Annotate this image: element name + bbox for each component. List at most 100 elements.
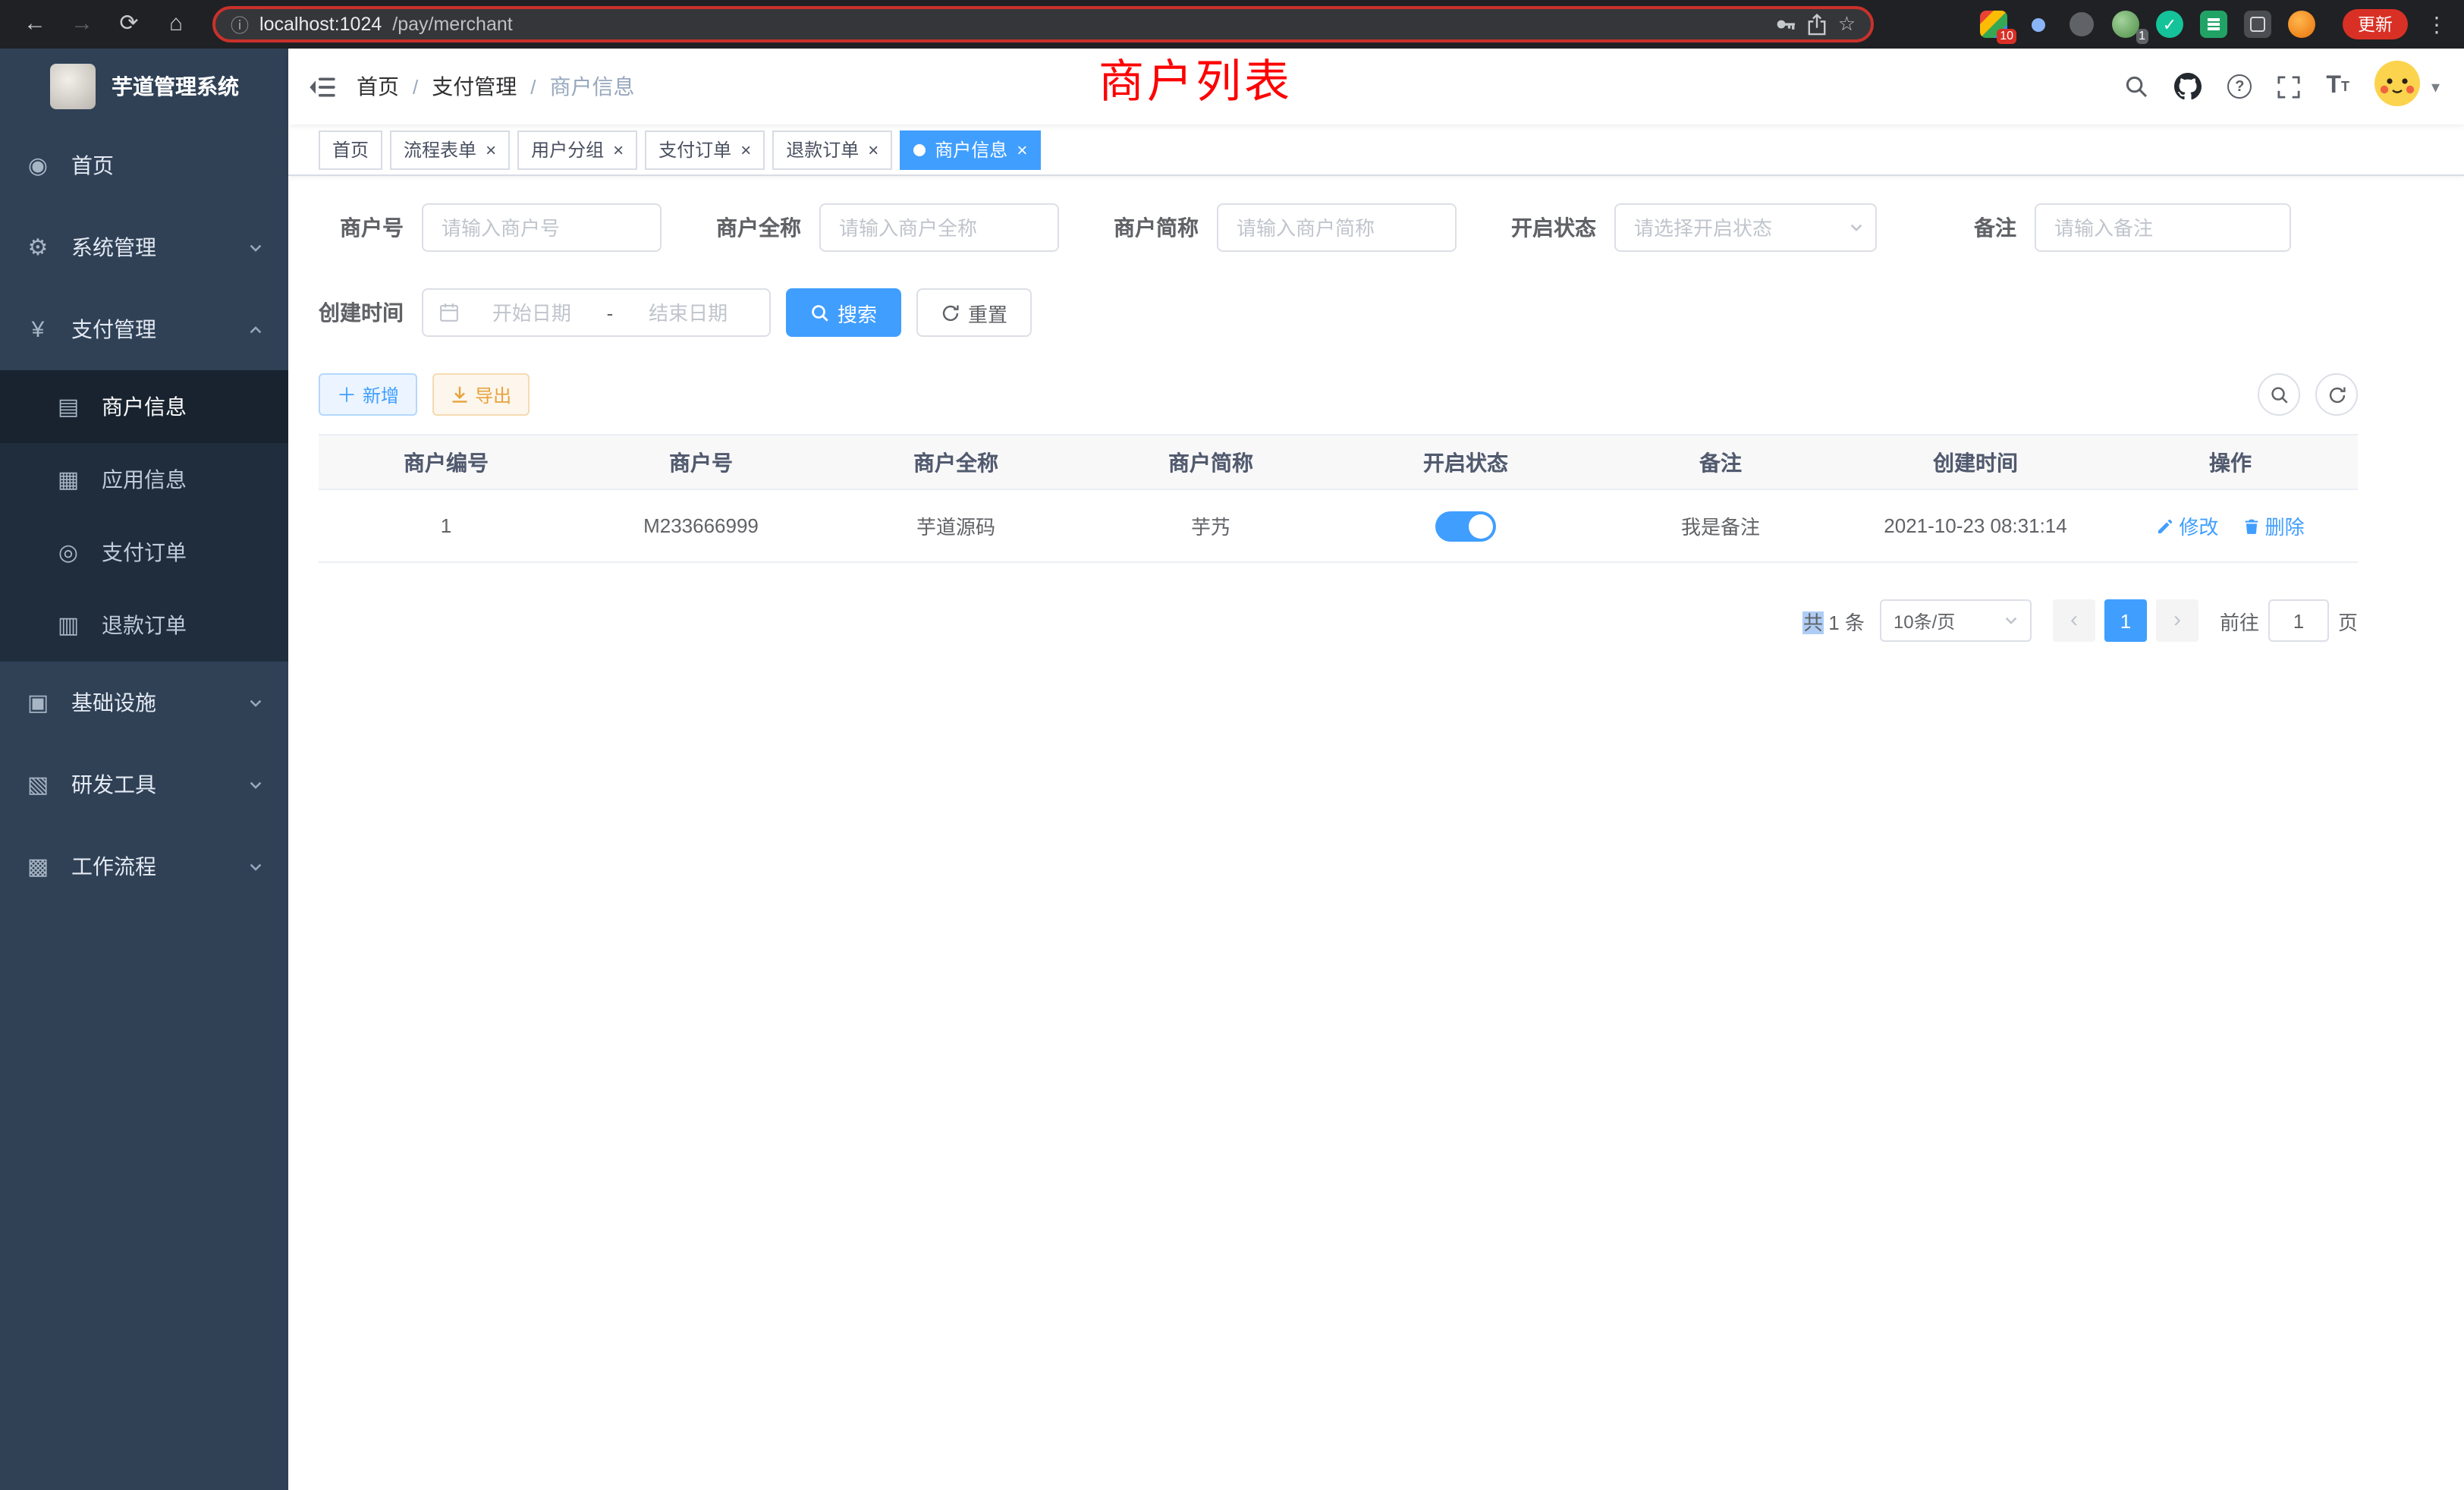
browser-back-button[interactable]: ←	[15, 5, 55, 44]
col-header-merchant-no: 商户号	[574, 435, 828, 489]
close-icon[interactable]: ×	[486, 140, 496, 159]
reset-button[interactable]: 重置	[916, 288, 1032, 337]
close-icon[interactable]: ×	[613, 140, 624, 159]
logo-image	[49, 64, 95, 109]
search-icon[interactable]	[2124, 74, 2148, 99]
tab-pay-order[interactable]: 支付订单 ×	[645, 130, 765, 169]
font-size-icon[interactable]: TT	[2326, 74, 2349, 99]
extension-badge: 10	[1997, 29, 2016, 44]
sidebar-item-refund-order[interactable]: ▥ 退款订单	[0, 589, 288, 662]
page-size-select[interactable]	[1880, 599, 2032, 642]
date-range-picker[interactable]: -	[422, 288, 771, 337]
delete-button[interactable]: 删除	[2242, 511, 2305, 540]
sidebar-logo[interactable]: 芋道管理系统	[0, 49, 288, 124]
tab-process-form[interactable]: 流程表单 ×	[390, 130, 510, 169]
search-button[interactable]: 搜索	[786, 288, 901, 337]
sidebar-item-label: 系统管理	[71, 232, 247, 262]
pagination: 共 1 条 ‹ 1 › 前往 页	[319, 599, 2358, 642]
navbar-right-menu: ? TT ▾	[2124, 60, 2440, 113]
extension-blue-dot-icon[interactable]	[2024, 11, 2051, 38]
prev-page-button[interactable]: ‹	[2053, 599, 2095, 642]
col-header-short-name: 商户简称	[1083, 435, 1338, 489]
merchant-no-input[interactable]	[422, 203, 662, 252]
tab-home[interactable]: 首页	[319, 130, 382, 169]
tab-user-group[interactable]: 用户分组 ×	[517, 130, 637, 169]
extension-colorful-icon[interactable]: 10	[1980, 11, 2007, 38]
cell-actions: 修改 删除	[2103, 489, 2358, 562]
filter-label: 商户号	[319, 212, 404, 243]
sidebar-item-infrastructure[interactable]: ▣ 基础设施	[0, 662, 288, 743]
browser-reload-button[interactable]: ⟳	[109, 5, 149, 44]
bookmark-star-icon[interactable]: ☆	[1838, 12, 1856, 36]
tab-label: 首页	[332, 137, 369, 162]
browser-forward-button[interactable]: →	[62, 5, 102, 44]
remark-input[interactable]	[2035, 203, 2291, 252]
full-name-input[interactable]	[819, 203, 1059, 252]
sidebar-item-home[interactable]: ◉ 首页	[0, 124, 288, 206]
url-path: /pay/merchant	[392, 14, 512, 35]
browser-menu-icon[interactable]: ⋮	[2425, 11, 2449, 37]
help-icon[interactable]: ?	[2227, 74, 2252, 99]
status-select[interactable]	[1614, 203, 1877, 252]
site-info-icon[interactable]: ⓘ	[231, 11, 249, 37]
search-icon	[810, 303, 830, 322]
browser-home-button[interactable]: ⌂	[156, 5, 196, 44]
extension-orange-avatar-icon[interactable]	[2288, 11, 2315, 38]
goto-prefix-label: 前往	[2220, 606, 2259, 635]
extension-check-icon[interactable]: ✓	[2156, 11, 2183, 38]
date-range-separator: -	[604, 301, 617, 324]
start-date-input[interactable]	[466, 301, 598, 324]
close-icon[interactable]: ×	[1017, 140, 1027, 159]
tab-merchant-info[interactable]: 商户信息 ×	[900, 130, 1041, 169]
address-bar[interactable]: ⓘ localhost:1024 /pay/merchant ☆	[212, 6, 1874, 42]
current-page-button[interactable]: 1	[2104, 599, 2147, 642]
tab-refund-order[interactable]: 退款订单 ×	[772, 130, 892, 169]
status-select-input[interactable]	[1614, 203, 1877, 252]
breadcrumb-separator: /	[530, 75, 536, 98]
toggle-search-button[interactable]	[2258, 373, 2300, 416]
extension-doc-icon[interactable]	[2200, 11, 2227, 38]
breadcrumb-payment[interactable]: 支付管理	[432, 71, 517, 102]
col-header-actions: 操作	[2103, 435, 2358, 489]
extension-avatar-icon[interactable]: 1	[2112, 11, 2139, 38]
sidebar-item-app-info[interactable]: ▦ 应用信息	[0, 443, 288, 516]
short-name-input[interactable]	[1217, 203, 1457, 252]
share-icon[interactable]	[1808, 13, 1828, 36]
extension-tool-icon[interactable]	[2244, 11, 2271, 38]
add-button[interactable]: ＋ 新增	[319, 373, 417, 416]
sidebar-item-payment[interactable]: ¥ 支付管理	[0, 288, 288, 370]
sidebar-item-label: 商户信息	[102, 391, 264, 422]
extension-gray-circle-icon[interactable]	[2068, 11, 2095, 38]
cell-full-name: 芋道源码	[828, 489, 1083, 562]
app-shell: 芋道管理系统 ◉ 首页 ⚙ 系统管理 ¥ 支付管理	[0, 49, 2464, 1490]
sidebar-item-label: 研发工具	[71, 769, 247, 800]
status-toggle[interactable]	[1435, 511, 1496, 541]
user-menu[interactable]: ▾	[2375, 60, 2440, 113]
next-page-button[interactable]: ›	[2156, 599, 2198, 642]
sidebar-fold-icon[interactable]	[310, 75, 335, 98]
sidebar-item-system[interactable]: ⚙ 系统管理	[0, 206, 288, 288]
refresh-table-button[interactable]	[2315, 373, 2358, 416]
sidebar-item-merchant-info[interactable]: ▤ 商户信息	[0, 370, 288, 443]
export-button[interactable]: 导出	[432, 373, 530, 416]
goto-suffix-label: 页	[2338, 606, 2358, 635]
extension-badge-count: 1	[2136, 29, 2148, 44]
browser-update-button[interactable]: 更新	[2343, 9, 2408, 39]
sidebar-item-devtools[interactable]: ▧ 研发工具	[0, 743, 288, 825]
yen-icon: ¥	[24, 316, 52, 342]
end-date-input[interactable]	[622, 301, 754, 324]
close-icon[interactable]: ×	[868, 140, 878, 159]
sidebar-item-label: 工作流程	[71, 851, 247, 882]
goto-page-input[interactable]	[2268, 599, 2329, 642]
sidebar-item-workflow[interactable]: ▩ 工作流程	[0, 825, 288, 907]
sidebar-item-pay-order[interactable]: ◎ 支付订单	[0, 516, 288, 589]
password-key-icon[interactable]	[1776, 14, 1797, 35]
table-row: 1 M233666999 芋道源码 芋艿 我是备注 2021-10-23 08:…	[319, 489, 2358, 562]
edit-button[interactable]: 修改	[2156, 511, 2218, 540]
close-icon[interactable]: ×	[740, 140, 751, 159]
col-header-id: 商户编号	[319, 435, 574, 489]
github-icon[interactable]	[2174, 73, 2202, 100]
tab-label: 流程表单	[404, 137, 476, 162]
breadcrumb-home[interactable]: 首页	[357, 71, 399, 102]
fullscreen-icon[interactable]	[2277, 75, 2300, 98]
